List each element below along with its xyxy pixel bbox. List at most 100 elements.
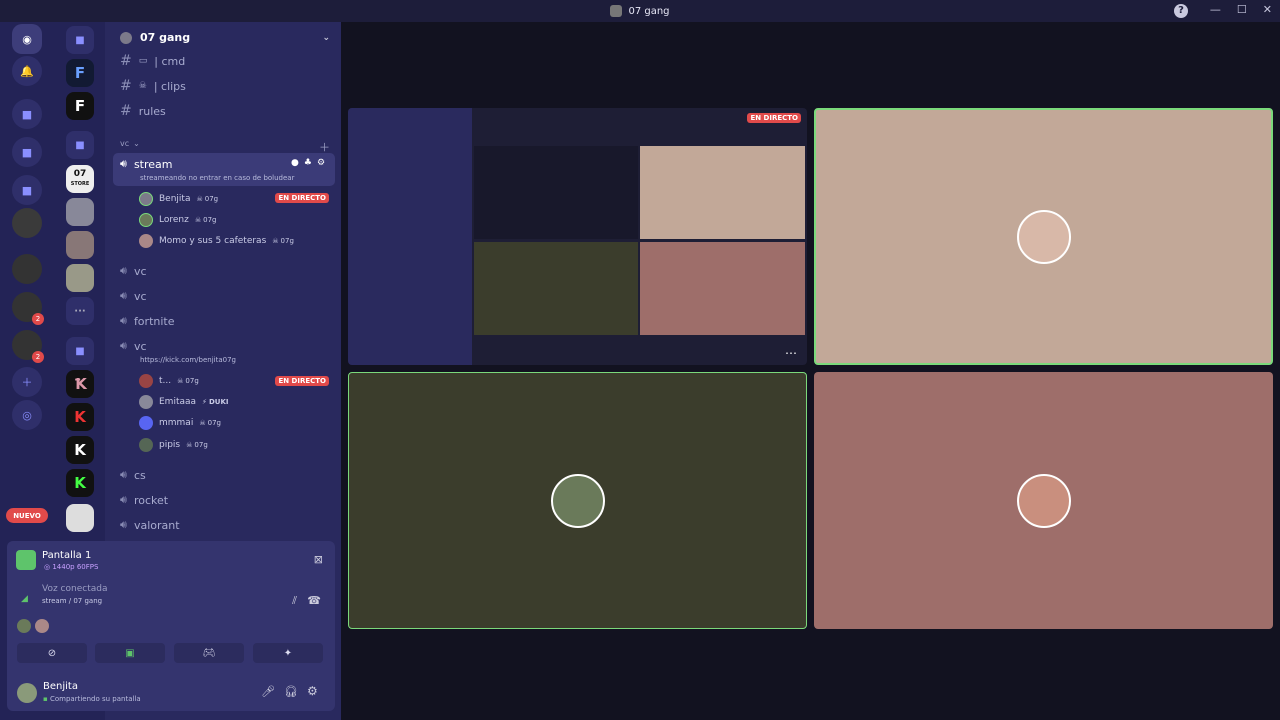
server-f-icon[interactable]: F (66, 59, 94, 87)
noise-suppression-icon[interactable]: ⫽ (292, 594, 297, 608)
voice-member[interactable]: pipis ☠ 07g (139, 438, 208, 452)
voice-member[interactable]: Lorenz ☠ 07g (139, 213, 216, 227)
stream-title: Pantalla 1 (42, 550, 92, 561)
minimize-icon[interactable]: — (1210, 3, 1221, 16)
participant-tile[interactable] (814, 372, 1273, 629)
server-header[interactable]: 07 gang ⌄ (120, 31, 330, 44)
share-screen-button[interactable]: ▣ (95, 643, 165, 663)
server-avatar-icon[interactable] (66, 504, 94, 532)
text-channel[interactable]: # rules (120, 103, 166, 119)
avatar (139, 234, 153, 248)
folder-icon[interactable]: ■ (66, 337, 94, 365)
help-icon[interactable]: ? (1174, 4, 1188, 18)
voice-member[interactable]: Benjita ☠ 07g (139, 192, 218, 206)
voice-channel[interactable]: 🔊︎ valorant (120, 518, 180, 532)
channel-label: vc (133, 264, 147, 278)
discord-home-icon[interactable]: ◉ (12, 24, 42, 54)
voice-channel[interactable]: 🔊︎ rocket (120, 493, 168, 507)
folder-icon[interactable]: ■ (12, 99, 42, 129)
voice-channel[interactable]: 🔊︎ vc (120, 264, 147, 278)
voice-member[interactable]: Momo y sus 5 cafeteras ☠ 07g (139, 234, 294, 248)
server-avatar-icon[interactable] (66, 231, 94, 259)
speaker-icon: 🔊︎ (120, 157, 127, 170)
channel-label: valorant (133, 518, 180, 532)
member-name: t... (159, 376, 172, 386)
voice-channel[interactable]: 🔊︎ vc (120, 289, 147, 303)
stop-stream-icon[interactable]: ⊠ (314, 553, 323, 566)
laptop-icon: ▭ (138, 56, 148, 66)
channel-status: https://kick.com/benjita07g (140, 356, 236, 364)
member-name: Emitaaa (159, 397, 197, 407)
screen-share-icon: ▪ (43, 695, 48, 703)
camera-off-button[interactable]: ⊘ (17, 643, 87, 663)
gear-icon[interactable]: ⚙ (317, 158, 325, 168)
settings-gear-icon[interactable]: ⚙ (307, 684, 318, 698)
skull-icon: ☠ (138, 81, 147, 91)
hash-icon: # (120, 103, 132, 119)
channel-label: stream (133, 157, 173, 171)
user-name[interactable]: Benjita (43, 681, 78, 692)
voice-channel[interactable]: 🔊︎ stream (120, 157, 173, 171)
server-group-icon[interactable] (12, 208, 42, 238)
discover-icon[interactable]: ◎ (12, 400, 42, 430)
member-name: Momo y sus 5 cafeteras (159, 236, 267, 246)
participant-tile[interactable] (348, 372, 807, 629)
participant-avatar (1016, 473, 1071, 528)
activities-button[interactable]: 🎮︎ (174, 643, 244, 663)
tag-label: 07g (185, 377, 199, 385)
tag-label: 07g (204, 195, 219, 203)
close-icon[interactable]: ✕ (1263, 3, 1272, 16)
server-avatar-icon[interactable] (66, 264, 94, 292)
text-channel[interactable]: # ▭ | cmd (120, 53, 185, 69)
voice-location[interactable]: stream / 07 gang (42, 597, 102, 605)
add-server-icon[interactable]: ＋ (12, 367, 42, 397)
guild-tag: ☠ 07g (199, 419, 221, 427)
folder-icon[interactable]: ■ (12, 137, 42, 167)
voice-member[interactable]: t... ☠ 07g (139, 374, 199, 388)
folder-icon[interactable]: ■ (12, 175, 42, 205)
new-badge: NUEVO (6, 508, 48, 523)
chat-icon[interactable]: ● (291, 158, 299, 168)
member-name: Benjita (159, 194, 191, 204)
text-channel[interactable]: # ☠ | clips (120, 78, 186, 94)
avatar (139, 192, 153, 206)
microphone-icon[interactable]: 🎤︎ (261, 685, 275, 698)
channel-label: rules (138, 104, 166, 118)
avatar (139, 438, 153, 452)
channel-label: cs (133, 468, 146, 482)
user-avatar[interactable] (17, 683, 37, 703)
voice-channel[interactable]: 🔊︎ fortnite (120, 314, 174, 328)
guild-tag: ☠ 07g (177, 377, 199, 385)
participant-tile[interactable] (814, 108, 1273, 365)
notifications-icon[interactable]: 🔔 (12, 56, 42, 86)
nested-sidebar-preview (348, 108, 472, 365)
voice-channel[interactable]: 🔊︎ vc (120, 339, 147, 353)
stream-stage: EN DIRECTO ⋯ (341, 22, 1280, 720)
server-f-icon[interactable]: F (66, 92, 94, 120)
server-group-icon[interactable] (12, 254, 42, 284)
speaker-icon: 🔊︎ (120, 518, 127, 531)
screen-share-tile[interactable]: EN DIRECTO ⋯ (348, 108, 807, 365)
folder-icon[interactable]: ■ (66, 26, 94, 54)
server-k-icon[interactable]: K (66, 469, 94, 497)
voice-channel[interactable]: 🔊︎ cs (120, 468, 146, 482)
server-k-icon[interactable]: K (66, 436, 94, 464)
server-avatar-icon[interactable] (66, 198, 94, 226)
disconnect-icon[interactable]: ☎ (307, 594, 321, 607)
server-name: 07 gang (140, 31, 191, 44)
voice-member[interactable]: mmmai ☠ 07g (139, 416, 221, 430)
soundboard-button[interactable]: ✦ (253, 643, 323, 663)
voice-member[interactable]: Emitaaa ⚡ DUKI (139, 395, 228, 409)
guild-tag: ☠ 07g (272, 237, 294, 245)
folder-icon[interactable]: ■ (66, 131, 94, 159)
maximize-icon[interactable]: ☐ (1237, 3, 1247, 16)
server-k-icon[interactable]: K (66, 403, 94, 431)
channel-label: vc (133, 289, 147, 303)
store-server-icon[interactable]: 07 STORE (66, 165, 94, 193)
speaker-icon: 🔊︎ (120, 264, 127, 277)
headphones-icon[interactable]: 🎧︎ (284, 685, 298, 698)
more-servers-icon[interactable]: ··· (66, 297, 94, 325)
more-options-icon[interactable]: ⋯ (785, 346, 797, 360)
server-k-icon[interactable]: Ꝁ (66, 370, 94, 398)
invite-icon[interactable]: ♣ (304, 158, 312, 168)
